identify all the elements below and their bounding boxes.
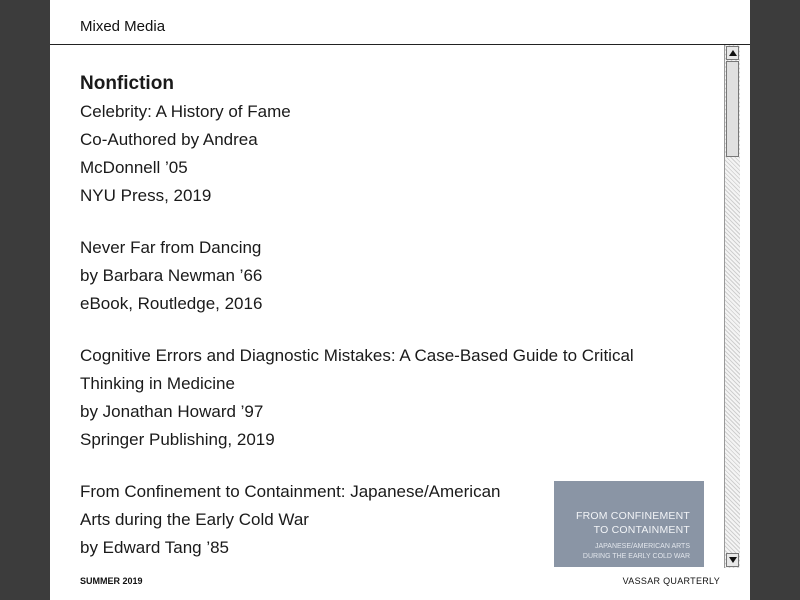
cover-title-line: TO CONTAINMENT xyxy=(593,524,690,536)
book-title: Thinking in Medicine xyxy=(80,374,235,393)
book-title: Never Far from Dancing xyxy=(80,238,262,257)
document-page: Mixed Media Nonfiction Celebrity: A Hist… xyxy=(50,0,750,600)
book-author: by Edward Tang ’85 xyxy=(80,538,230,557)
book-title: From Confinement to Containment: Japanes… xyxy=(80,482,501,501)
section-heading: Nonfiction xyxy=(80,73,174,94)
book-title: Celebrity: A History of Fame xyxy=(80,102,291,121)
scroll-down-button[interactable] xyxy=(726,553,739,567)
arrow-down-icon xyxy=(729,557,737,563)
footer-publication: VASSAR QUARTERLY xyxy=(622,576,720,586)
page-header: Mixed Media xyxy=(50,0,750,45)
book-publisher: NYU Press, 2019 xyxy=(80,186,212,205)
book-title: Cognitive Errors and Diagnostic Mistakes… xyxy=(80,346,634,365)
book-author: Co-Authored by Andrea xyxy=(80,130,258,149)
cover-title-line: FROM CONFINEMENT xyxy=(575,510,690,522)
book-cover-image: FROM CONFINEMENT TO CONTAINMENT JAPANESE… xyxy=(554,481,704,567)
book-publisher: eBook, Routledge, 2016 xyxy=(80,294,263,313)
header-title: Mixed Media xyxy=(80,18,166,35)
document-content: Nonfiction Celebrity: A History of Fame … xyxy=(80,70,720,567)
book-entry: From Confinement to Containment: Japanes… xyxy=(80,478,720,567)
footer-issue: SUMMER 2019 xyxy=(80,576,143,586)
cover-subtitle-line: JAPANESE/AMERICAN ARTS xyxy=(594,543,690,550)
cover-subtitle-line: DURING THE EARLY COLD WAR xyxy=(582,553,690,560)
book-entry: Celebrity: A History of Fame Co-Authored… xyxy=(80,98,720,210)
book-author: by Barbara Newman ’66 xyxy=(80,266,263,285)
vertical-scrollbar[interactable] xyxy=(724,45,740,568)
book-title: Arts during the Early Cold War xyxy=(80,510,309,529)
cover-subtitle: JAPANESE/AMERICAN ARTS DURING THE EARLY … xyxy=(568,542,690,562)
book-entry: Cognitive Errors and Diagnostic Mistakes… xyxy=(80,342,720,454)
book-entry: Never Far from Dancing by Barbara Newman… xyxy=(80,234,720,318)
book-publisher: Springer Publishing, 2019 xyxy=(80,430,275,449)
arrow-up-icon xyxy=(729,50,737,56)
scroll-thumb[interactable] xyxy=(726,61,739,157)
book-author: by Jonathan Howard ’97 xyxy=(80,402,264,421)
book-author: McDonnell ’05 xyxy=(80,158,188,177)
scroll-up-button[interactable] xyxy=(726,46,739,60)
cover-title: FROM CONFINEMENT TO CONTAINMENT xyxy=(568,509,690,537)
